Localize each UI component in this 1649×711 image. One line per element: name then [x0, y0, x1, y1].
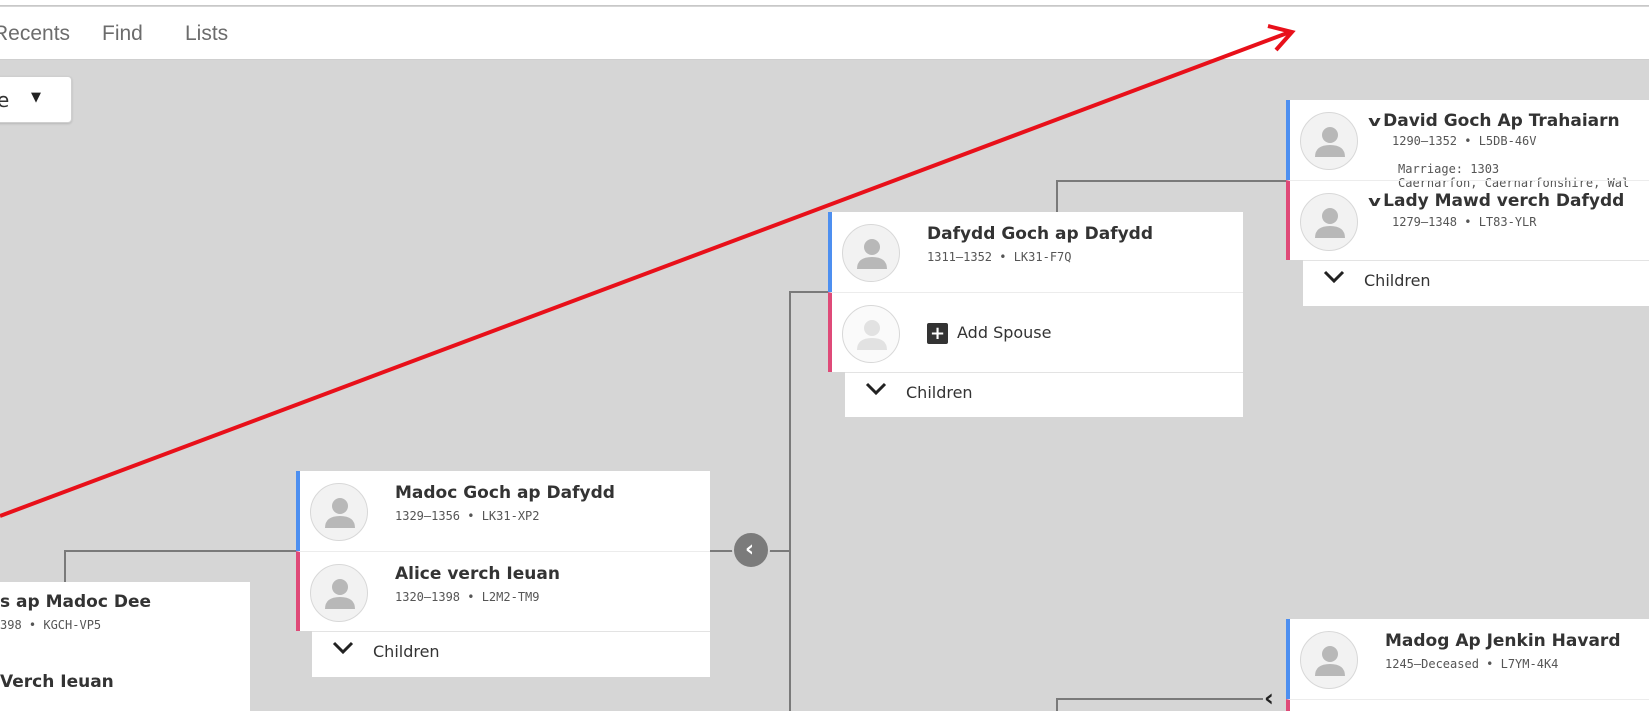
person-meta: 1329–1356 • LK31-XP2	[395, 509, 540, 523]
chevron-down-icon	[1323, 270, 1345, 284]
couple-card-david: v David Goch Ap Trahaiarn 1290–1352 • L5D…	[1286, 100, 1649, 260]
person-silhouette-icon	[1315, 208, 1345, 238]
person-partial[interactable]	[1286, 699, 1649, 711]
avatar	[310, 564, 368, 622]
children-toggle[interactable]: Children	[1303, 260, 1649, 306]
person-dafydd-goch[interactable]: Dafydd Goch ap Dafydd 1311–1352 • LK31-F…	[828, 212, 1243, 292]
person-name: Madog Ap Jenkin Havard	[1385, 631, 1621, 651]
couple-card-madoc: Madoc Goch ap Dafydd 1329–1356 • LK31-XP…	[296, 471, 710, 631]
person-david-goch[interactable]: v David Goch Ap Trahaiarn 1290–1352 • L5D…	[1286, 100, 1649, 190]
person-lady-mawd[interactable]: v Lady Mawd verch Dafydd 1279–1348 • LT83…	[1286, 180, 1649, 260]
view-selector[interactable]: e ▼	[0, 76, 72, 123]
person-silhouette-icon	[857, 239, 887, 269]
connector-line	[789, 291, 831, 293]
person-meta: 1279–1348 • LT83-YLR	[1392, 215, 1537, 229]
top-border	[0, 0, 1649, 6]
add-spouse-row[interactable]: + Add Spouse	[828, 292, 1243, 372]
person-name: Verch Ieuan	[0, 672, 114, 692]
collapse-button[interactable]: ‹	[732, 531, 770, 569]
person-name: v David Goch Ap Trahaiarn	[1368, 111, 1620, 131]
children-label: Children	[906, 383, 973, 402]
view-selector-value: e	[0, 88, 10, 112]
avatar	[1300, 631, 1358, 689]
chevron-down-icon	[865, 382, 887, 396]
person-name: s ap Madoc Dee	[0, 592, 151, 612]
person-meta: 1320–1398 • L2M2-TM9	[395, 590, 540, 604]
connector-line	[789, 291, 791, 711]
children-label: Children	[1364, 271, 1431, 290]
person-name: Dafydd Goch ap Dafydd	[927, 224, 1154, 244]
connector-line	[1056, 698, 1263, 700]
connector-line	[64, 550, 296, 552]
avatar	[842, 305, 900, 363]
person-silhouette-icon	[325, 498, 355, 528]
person-name: Alice verch Ieuan	[395, 564, 560, 584]
person-left-father[interactable]: s ap Madoc Dee 398 • KGCH-VP5	[0, 582, 250, 652]
chevron-down-icon[interactable]: v	[1368, 114, 1381, 130]
person-meta: 1245–Deceased • L7YM-4K4	[1385, 657, 1559, 671]
person-madog-ap-jenkin[interactable]: Madog Ap Jenkin Havard 1245–Deceased • L…	[1286, 619, 1649, 699]
couple-card-dafydd: Dafydd Goch ap Dafydd 1311–1352 • LK31-F…	[828, 212, 1243, 372]
chevron-down-icon	[332, 641, 354, 655]
person-name: v Lady Mawd verch Dafydd	[1368, 191, 1625, 211]
avatar	[310, 483, 368, 541]
person-name: Madoc Goch ap Dafydd	[395, 483, 615, 503]
chevron-left-icon: ‹	[745, 537, 755, 562]
connector-line	[1056, 180, 1289, 182]
chevron-down-icon[interactable]: v	[1368, 194, 1381, 210]
caret-down-icon: ▼	[31, 90, 41, 105]
couple-card-left: s ap Madoc Dee 398 • KGCH-VP5 Verch Ieua…	[0, 582, 250, 711]
person-meta: 1311–1352 • LK31-F7Q	[927, 250, 1072, 264]
children-toggle[interactable]: Children	[845, 372, 1243, 417]
add-spouse-label: Add Spouse	[957, 323, 1052, 342]
chevron-left-icon[interactable]: ‹	[1264, 684, 1274, 711]
top-nav: Recents Find Lists	[0, 7, 1649, 60]
nav-find[interactable]: Find	[102, 22, 143, 46]
plus-icon: +	[927, 323, 948, 344]
nav-lists[interactable]: Lists	[185, 22, 228, 46]
person-alice[interactable]: Alice verch Ieuan 1320–1398 • L2M2-TM9	[296, 551, 710, 631]
connector-line	[1056, 180, 1058, 212]
avatar	[842, 224, 900, 282]
person-silhouette-icon	[325, 579, 355, 609]
person-madoc-goch[interactable]: Madoc Goch ap Dafydd 1329–1356 • LK31-XP…	[296, 471, 710, 551]
person-silhouette-icon	[1315, 127, 1345, 157]
children-toggle[interactable]: Children	[312, 631, 710, 677]
couple-card-madog: Madog Ap Jenkin Havard 1245–Deceased • L…	[1286, 619, 1649, 711]
connector-line	[64, 550, 66, 582]
avatar	[1300, 193, 1358, 251]
avatar	[1300, 112, 1358, 170]
person-meta: 1290–1352 • L5DB-46V	[1392, 134, 1537, 148]
children-label: Children	[373, 642, 440, 661]
person-silhouette-icon	[1315, 646, 1345, 676]
nav-recents[interactable]: Recents	[0, 22, 70, 46]
person-silhouette-icon	[857, 320, 887, 350]
person-left-mother[interactable]: Verch Ieuan	[0, 662, 250, 711]
person-meta: 398 • KGCH-VP5	[0, 618, 102, 632]
